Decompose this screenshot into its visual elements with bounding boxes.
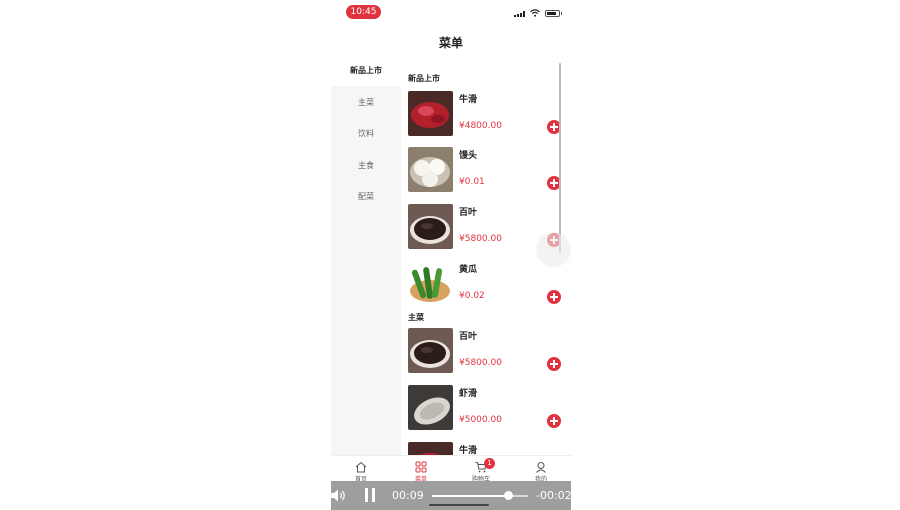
home-icon [355, 461, 367, 473]
section-title: 新品上市 [408, 74, 440, 83]
wifi-icon [530, 9, 540, 17]
tab-menu[interactable]: 菜单 [391, 456, 451, 483]
category-sides[interactable]: 配菜 [331, 181, 401, 212]
list-item: 虾滑 ¥5000.00 [408, 385, 566, 431]
video-remaining: -00:02 [536, 489, 571, 502]
signal-icon [514, 11, 527, 17]
product-image-cucumber[interactable] [408, 261, 453, 306]
page-title: 菜单 [438, 36, 463, 50]
category-main[interactable]: 主菜 [331, 87, 401, 118]
tab-profile[interactable]: 我的 [511, 456, 571, 483]
video-elapsed: 00:09 [392, 489, 424, 502]
product-image-shrimp[interactable] [408, 385, 453, 430]
product-image-bun[interactable] [408, 147, 453, 192]
user-icon [536, 462, 546, 473]
battery-icon [545, 10, 562, 17]
product-price: ¥4800.00 [459, 121, 502, 131]
video-progress-track[interactable] [432, 491, 528, 500]
list-item: 牛滑 ¥4800.00 [408, 91, 566, 137]
cart-badge: 1 [484, 458, 495, 469]
add-to-cart-button[interactable] [547, 414, 561, 428]
product-name: 馒头 [459, 151, 478, 161]
home-indicator [429, 504, 489, 506]
product-price: ¥0.02 [459, 291, 485, 301]
category-staples[interactable]: 主食 [331, 150, 401, 181]
list-item: 馒头 ¥0.01 [408, 147, 566, 193]
video-progress-fill [432, 495, 509, 497]
menu-grid-icon [415, 461, 427, 473]
video-progress-knob[interactable] [504, 491, 514, 500]
product-price: ¥5800.00 [459, 358, 502, 368]
product-name: 虾滑 [459, 389, 478, 399]
status-bar: 10:45 [331, 0, 571, 24]
status-time: 10:45 [346, 5, 381, 19]
tab-home[interactable]: 首页 [331, 456, 391, 483]
add-to-cart-button[interactable] [547, 357, 561, 371]
product-image-beef[interactable] [408, 91, 453, 136]
product-name: 百叶 [459, 332, 478, 342]
product-name: 黄瓜 [459, 265, 478, 275]
product-name: 牛滑 [459, 446, 478, 455]
scrollbar[interactable] [559, 63, 561, 253]
pause-icon[interactable] [365, 488, 375, 502]
add-to-cart-button[interactable] [547, 290, 561, 304]
phone-screen: 10:45 菜单 新品上市 主菜 饮料 主食 配菜 新品上市 牛滑 ¥4800.… [331, 0, 571, 510]
volume-icon[interactable] [331, 489, 347, 502]
list-item: 黄瓜 ¥0.02 [408, 261, 566, 307]
tab-bar: 首页 菜单 1 购物车 我的 [331, 455, 571, 483]
category-new[interactable]: 新品上市 [331, 55, 401, 86]
product-image-tripe[interactable] [408, 204, 453, 249]
list-item: 百叶 ¥5800.00 [408, 328, 566, 374]
product-price: ¥5000.00 [459, 415, 502, 425]
list-item: 牛滑 [408, 442, 566, 455]
product-image-beef[interactable] [408, 442, 453, 455]
category-sidebar: 新品上市 主菜 饮料 主食 配菜 [331, 55, 401, 455]
tab-cart[interactable]: 1 购物车 [451, 456, 511, 483]
product-name: 百叶 [459, 208, 478, 218]
section-title: 主菜 [408, 313, 424, 322]
product-price: ¥5800.00 [459, 234, 502, 244]
product-price: ¥0.01 [459, 177, 485, 187]
category-drinks[interactable]: 饮料 [331, 118, 401, 149]
product-image-tripe[interactable] [408, 328, 453, 373]
product-name: 牛滑 [459, 95, 478, 105]
floating-button[interactable] [537, 233, 570, 266]
